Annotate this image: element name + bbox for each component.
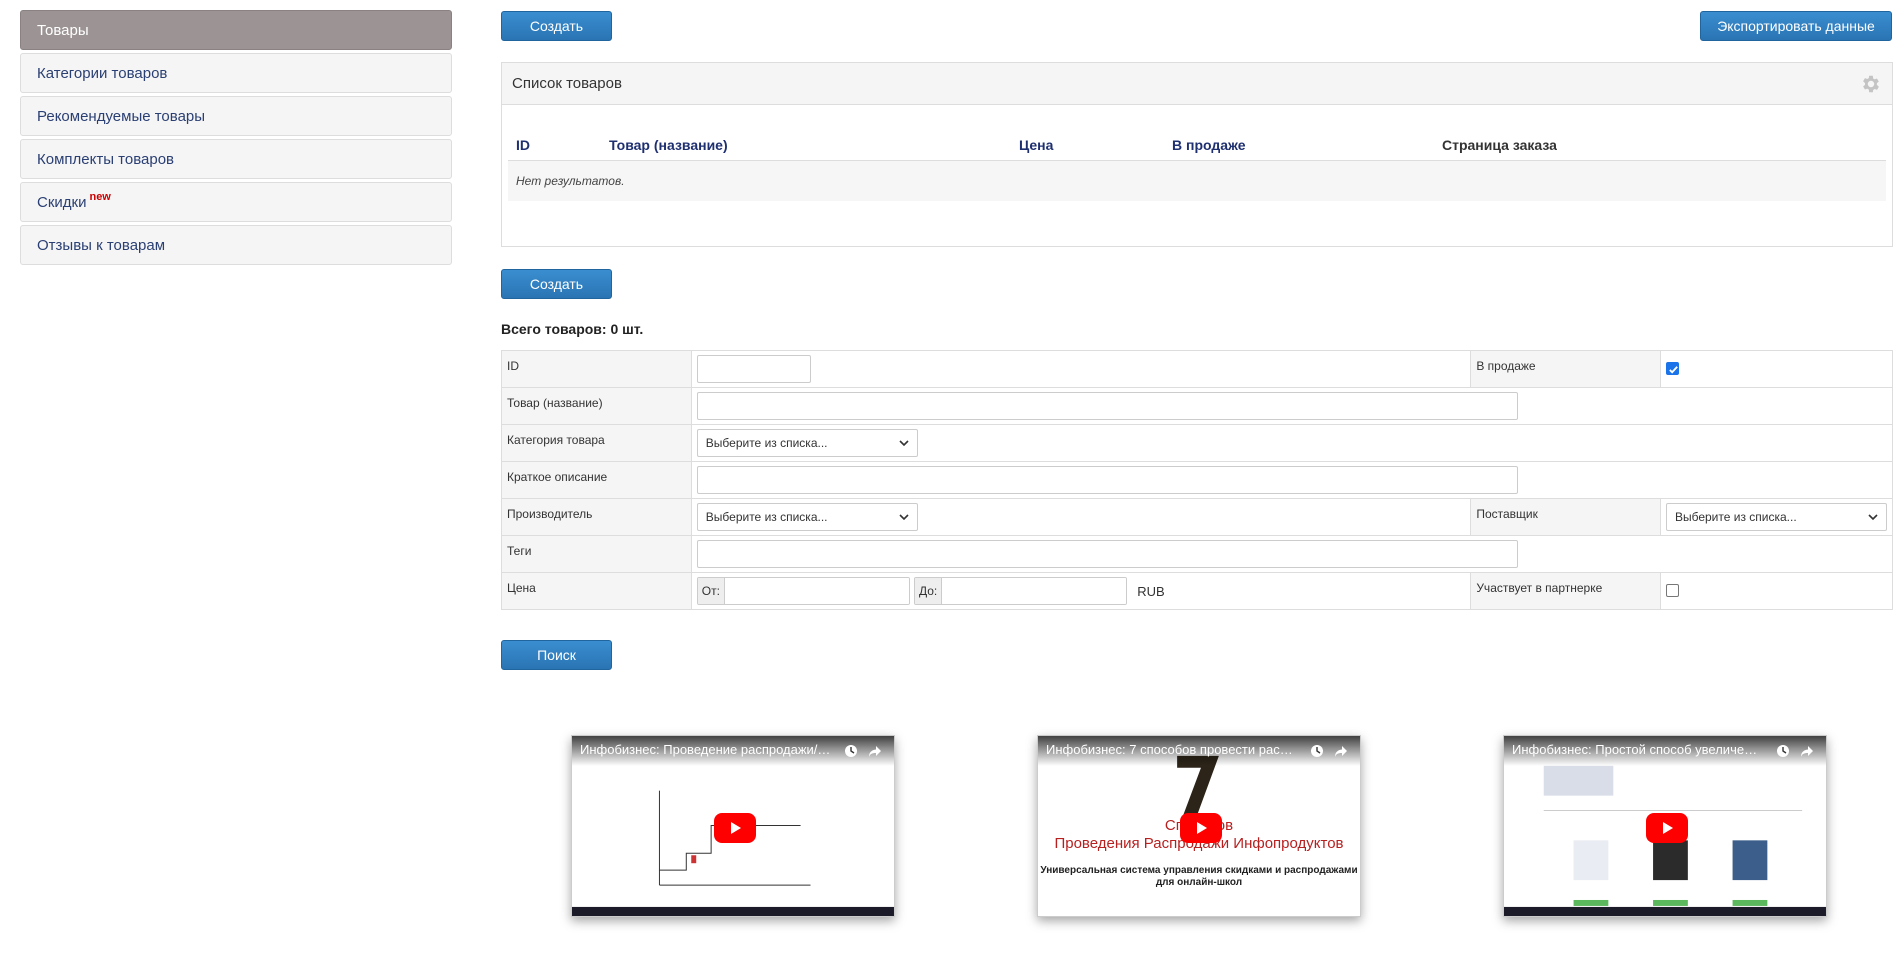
product-list-table: ID Товар (название) Цена В продаже Стран… (508, 131, 1886, 201)
filter-id-label: ID (501, 350, 692, 388)
create-button-bottom[interactable]: Создать (501, 269, 612, 299)
check-icon (1669, 366, 1678, 374)
share-icon[interactable] (1800, 744, 1814, 758)
export-button[interactable]: Экспортировать данные (1700, 11, 1892, 41)
search-button[interactable]: Поиск (501, 640, 612, 670)
filter-supplier-label: Поставщик (1470, 498, 1661, 536)
clock-icon[interactable] (1310, 744, 1324, 758)
filter-tags-label: Теги (501, 535, 692, 573)
on-sale-checkbox[interactable] (1665, 362, 1679, 375)
video-embed-1[interactable]: Инфобизнес: Проведение распродажи/зап... (571, 735, 895, 917)
clock-icon[interactable] (1776, 744, 1790, 758)
chevron-down-icon (899, 440, 909, 447)
name-input[interactable] (696, 392, 1518, 420)
affiliate-checkbox[interactable] (1665, 584, 1679, 597)
col-order-page: Страница заказа (1442, 137, 1557, 153)
share-icon[interactable] (868, 744, 882, 758)
share-icon[interactable] (1334, 744, 1348, 758)
filter-name-label: Товар (название) (501, 387, 692, 425)
filter-category-label: Категория товара (501, 424, 692, 462)
price-to-input[interactable] (942, 578, 1127, 604)
col-price[interactable]: Цена (1019, 137, 1053, 153)
col-id[interactable]: ID (516, 137, 530, 153)
video-title: Инфобизнес: Проведение распродажи/зап... (580, 742, 832, 757)
youtube-play-icon[interactable] (714, 813, 756, 843)
short-desc-input[interactable] (696, 466, 1518, 494)
price-to-field[interactable]: До: (913, 577, 1128, 605)
gear-icon[interactable] (1860, 73, 1882, 95)
video-embed-3[interactable]: Инфобизнес: Простой способ увеличения ..… (1503, 735, 1827, 917)
filter-form: ID В продаже Товар (название) Категория … (501, 350, 1894, 610)
price-range: От: До: RUB (696, 577, 1466, 605)
sidebar-item-recommended[interactable]: Рекомендуемые товары (20, 96, 452, 136)
sidebar-item-bundles[interactable]: Комплекты товаров (20, 139, 452, 179)
filter-manufacturer-label: Производитель (501, 498, 692, 536)
video-2-subtitle-1: Универсальная система управления скидкам… (1040, 865, 1358, 876)
product-list-panel: Список товаров ID Товар (название) Цена … (501, 62, 1893, 247)
clock-icon[interactable] (844, 744, 858, 758)
col-name[interactable]: Товар (название) (609, 137, 728, 153)
youtube-play-icon[interactable] (1180, 813, 1222, 843)
sidebar-item-discounts[interactable]: Скидки new (20, 182, 452, 222)
tags-input[interactable] (696, 540, 1518, 568)
video-embed-2[interactable]: Способов Проведения Распродажи Инфопроду… (1037, 735, 1361, 917)
chevron-down-icon (1868, 514, 1878, 521)
filter-affiliate-label: Участвует в партнерке (1470, 572, 1661, 610)
panel-title: Список товаров (512, 75, 622, 92)
price-from-field[interactable]: От: (696, 577, 910, 605)
sidebar-item-categories[interactable]: Категории товаров (20, 53, 452, 93)
empty-results: Нет результатов. (508, 161, 1886, 201)
video-2-subtitle-2: для онлайн-школ (1155, 877, 1243, 888)
manufacturer-select[interactable]: Выберите из списка... (696, 503, 918, 531)
chevron-down-icon (899, 514, 909, 521)
sidebar-item-reviews[interactable]: Отзывы к товарам (20, 225, 452, 265)
table-header: ID Товар (название) Цена В продаже Стран… (508, 131, 1886, 161)
filter-price-label: Цена (501, 572, 692, 610)
sidebar-item-products[interactable]: Товары (20, 10, 452, 50)
id-input[interactable] (696, 355, 811, 383)
filter-on-sale-label: В продаже (1470, 350, 1661, 388)
video-title: Инфобизнес: 7 способов провести распрод.… (1046, 742, 1298, 757)
category-select[interactable]: Выберите из списка... (696, 429, 918, 457)
filter-short-desc-label: Краткое описание (501, 461, 692, 499)
total-count: Всего товаров: 0 шт. (501, 321, 644, 337)
youtube-play-icon[interactable] (1646, 813, 1688, 843)
currency-label: RUB (1137, 583, 1165, 599)
price-from-input[interactable] (724, 578, 909, 604)
supplier-select[interactable]: Выберите из списка... (1665, 503, 1887, 531)
new-badge: new (89, 191, 111, 203)
col-on-sale[interactable]: В продаже (1172, 137, 1246, 153)
sidebar: Товары Категории товаров Рекомендуемые т… (20, 10, 452, 268)
video-title: Инфобизнес: Простой способ увеличения ..… (1512, 742, 1764, 757)
panel-header: Список товаров (502, 63, 1892, 105)
create-button[interactable]: Создать (501, 11, 612, 41)
